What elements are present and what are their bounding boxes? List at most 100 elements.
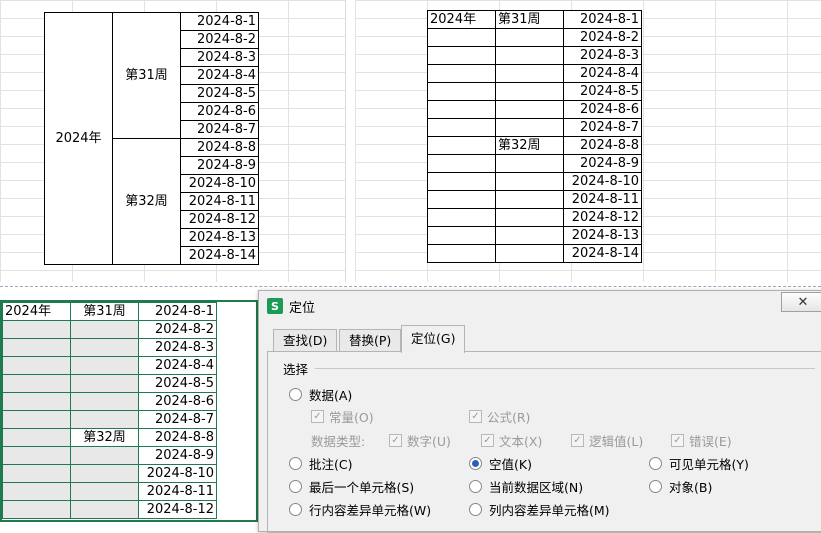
option-row-differences[interactable]: 行内容差异单元格(W) [289,500,431,519]
blank-selected-cell[interactable] [2,374,71,393]
date-cell: 2024-8-12 [563,208,642,227]
radio-icon [289,388,302,401]
option-visible-cells-label: 可见单元格(Y) [669,457,749,472]
table-row[interactable]: 2024-8-3 [2,338,217,357]
option-blanks[interactable]: 空值(K) [469,454,532,473]
date-cell: 2024-8-6 [563,100,642,119]
empty-cell [427,64,496,83]
close-button[interactable]: ✕ [781,292,821,312]
blank-selected-cell[interactable] [2,482,71,501]
date-cell: 2024-8-9 [563,154,642,173]
date-cell[interactable]: 2024-8-12 [138,500,217,519]
date-cell[interactable]: 2024-8-4 [138,356,217,375]
option-objects[interactable]: 对象(B) [649,477,712,496]
blank-selected-cell[interactable] [2,464,71,483]
empty-cell [427,208,496,227]
blank-selected-cell[interactable] [70,482,139,501]
table-row[interactable]: 2024-8-11 [2,482,217,501]
year-cell: 2024年 [427,10,496,29]
option-visible-cells[interactable]: 可见单元格(Y) [649,454,749,473]
option-comments[interactable]: 批注(C) [289,454,352,473]
date-cell[interactable]: 2024-8-6 [138,392,217,411]
empty-cell [495,82,564,101]
blank-selected-cell[interactable] [2,356,71,375]
week-cell[interactable]: 第32周 [70,428,139,447]
blank-selected-cell[interactable] [70,392,139,411]
empty-cell [427,244,496,263]
option-last-cell[interactable]: 最后一个单元格(S) [289,477,414,496]
blank-selected-cell[interactable] [70,446,139,465]
blank-selected-cell[interactable] [70,320,139,339]
date-cell[interactable]: 2024-8-2 [138,320,217,339]
week-cell[interactable]: 第31周 [70,302,139,321]
dialog-title-bar: S 定位 [267,295,315,317]
table-row[interactable]: 2024-8-2 [2,320,217,339]
blank-selected-cell[interactable] [70,374,139,393]
table-row[interactable]: 2024-8-7 [2,410,217,429]
empty-cell [427,100,496,119]
date-cell: 2024-8-3 [180,48,259,67]
date-cell: 2024-8-2 [563,28,642,47]
date-cell[interactable]: 2024-8-7 [138,410,217,429]
table-row[interactable]: 2024-8-12 [2,500,217,519]
tab-goto[interactable]: 定位(G) [401,325,466,353]
blank-selected-cell[interactable] [2,392,71,411]
week-cell: 第32周 [495,136,564,155]
blank-selected-cell[interactable] [2,446,71,465]
empty-cell [495,244,564,263]
app-icon: S [267,298,283,314]
table-row: 2024-8-6 [427,100,642,119]
blank-selected-cell[interactable] [2,410,71,429]
option-blanks-label: 空值(K) [489,457,532,472]
tab-find[interactable]: 查找(D) [273,329,338,352]
date-cell[interactable]: 2024-8-1 [138,302,217,321]
option-data-label: 数据(A) [309,388,353,403]
radio-icon [649,457,662,470]
sheet-selection[interactable]: 2024年 第31周 2024-8-1 2024-8-2 2024-8-3 2024-8-… [0,300,258,522]
table-row[interactable]: 2024-8-9 [2,446,217,465]
empty-cell [427,190,496,209]
blank-selected-cell[interactable] [2,500,71,519]
option-formulas-label: 公式(R) [487,410,531,425]
blank-selected-cell[interactable] [2,428,71,447]
table-row[interactable]: 2024-8-10 [2,464,217,483]
empty-cell [495,64,564,83]
table-row[interactable]: 2024-8-4 [2,356,217,375]
selected-range-table[interactable]: 2024年 第31周 2024-8-1 2024-8-2 2024-8-3 2024-8-… [2,302,217,519]
blank-selected-cell[interactable] [70,500,139,519]
table-row[interactable]: 2024年 第31周 2024-8-1 [2,302,217,321]
blank-selected-cell[interactable] [2,320,71,339]
blank-selected-cell[interactable] [70,356,139,375]
date-cell[interactable]: 2024-8-10 [138,464,217,483]
table-row[interactable]: 第32周 2024-8-8 [2,428,217,447]
year-cell[interactable]: 2024年 [2,302,71,321]
blank-selected-cell[interactable] [2,338,71,357]
empty-cell [427,82,496,101]
date-cell[interactable]: 2024-8-5 [138,374,217,393]
blank-selected-cell[interactable] [70,410,139,429]
section-divider [315,368,815,369]
tab-replace[interactable]: 替换(P) [339,329,402,352]
option-formulas: ✓ 公式(R) [469,407,530,426]
date-cell: 2024-8-1 [180,12,259,31]
option-current-region[interactable]: 当前数据区域(N) [469,477,583,496]
radio-icon [289,480,302,493]
option-data[interactable]: 数据(A) [289,385,352,404]
table-row[interactable]: 2024-8-5 [2,374,217,393]
date-cell[interactable]: 2024-8-11 [138,482,217,501]
option-text: ✓ 文本(X) [481,431,542,450]
option-comments-label: 批注(C) [309,457,353,472]
date-cell[interactable]: 2024-8-9 [138,446,217,465]
empty-cell [427,226,496,245]
option-row-differences-label: 行内容差异单元格(W) [309,503,432,518]
blank-selected-cell[interactable] [70,464,139,483]
table-row: 2024-8-13 [427,226,642,245]
date-cell[interactable]: 2024-8-3 [138,338,217,357]
date-cell[interactable]: 2024-8-8 [138,428,217,447]
table-row[interactable]: 2024-8-6 [2,392,217,411]
data-type-label: 数据类型: [311,434,366,449]
blank-selected-cell[interactable] [70,338,139,357]
option-column-differences[interactable]: 列内容差异单元格(M) [469,500,610,519]
empty-cell [495,118,564,137]
empty-cell [495,46,564,65]
